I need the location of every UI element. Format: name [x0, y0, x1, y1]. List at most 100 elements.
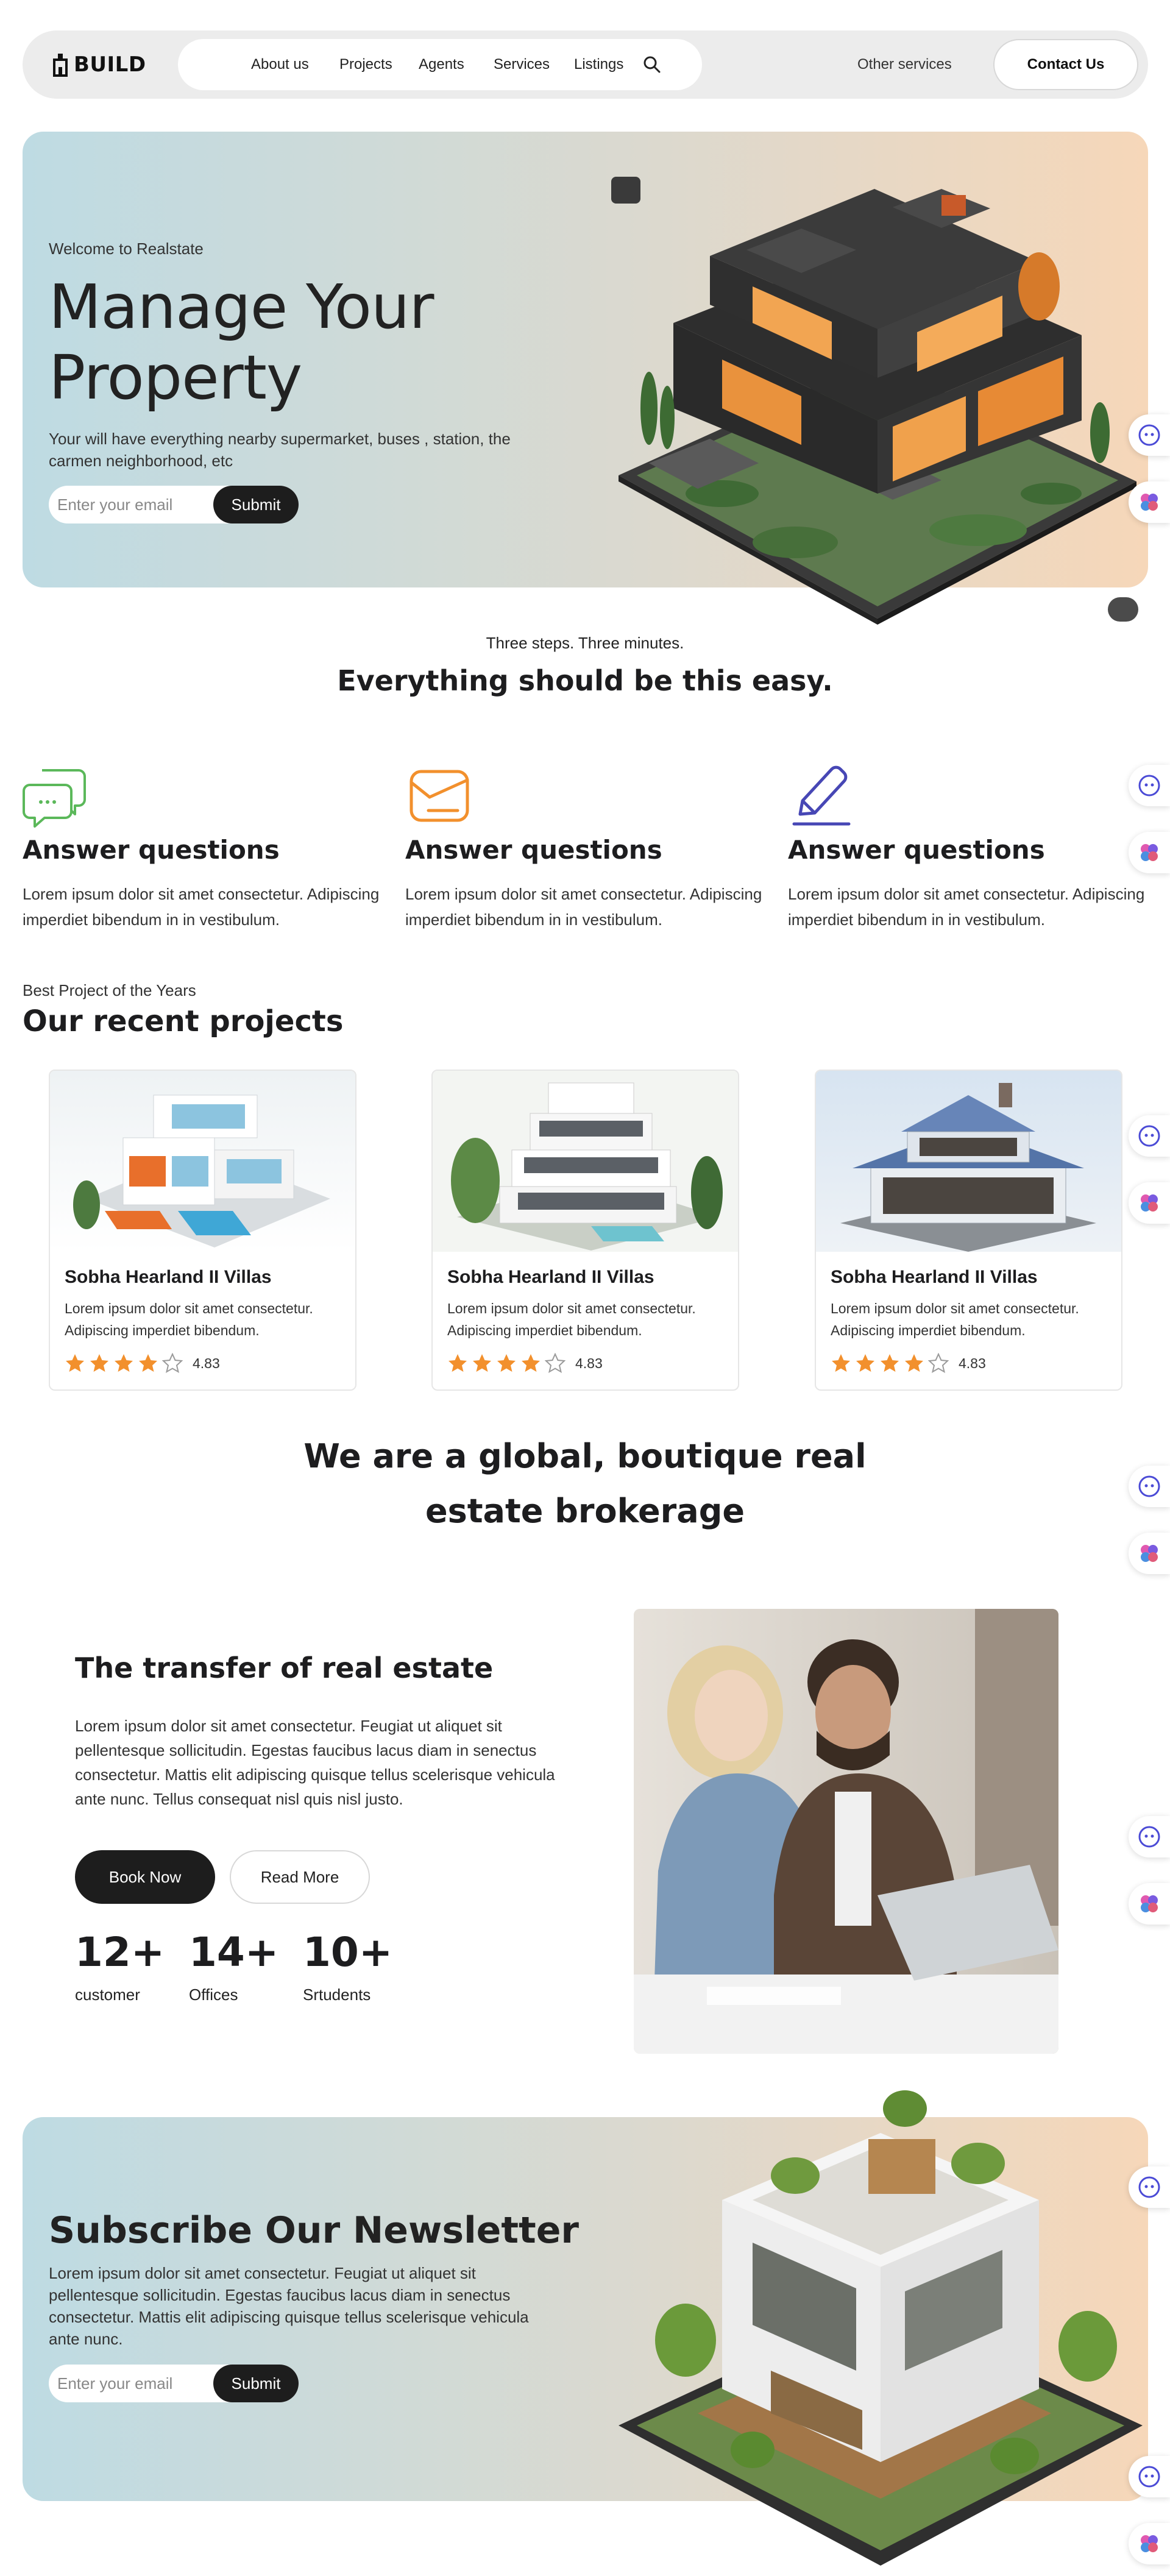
brain-icon	[1141, 1194, 1158, 1212]
newsletter-email-form: Submit	[49, 2365, 299, 2402]
hero-submit-button[interactable]: Submit	[213, 486, 299, 523]
transfer-title: The transfer of real estate	[75, 1652, 494, 1684]
star-filled-icon	[856, 1354, 874, 1372]
side-brain-button[interactable]	[1129, 2523, 1170, 2564]
assistant-face-icon	[1138, 2176, 1160, 2198]
step-text: Lorem ipsum dolor sit amet consectetur. …	[788, 885, 1145, 929]
star-filled-icon	[832, 1354, 850, 1372]
newsletter-submit-button[interactable]: Submit	[213, 2365, 299, 2402]
star-empty-icon	[162, 1353, 183, 1374]
star-filled-icon	[905, 1354, 923, 1372]
assistant-face-icon	[1138, 775, 1160, 797]
newsletter-title: Subscribe Our Newsletter	[49, 2209, 579, 2252]
project-text: Lorem ipsum dolor sit amet consectetur. …	[65, 1300, 313, 1338]
project-image	[50, 1071, 355, 1252]
side-brain-button[interactable]	[1129, 1533, 1170, 1574]
hero-email-input[interactable]	[57, 486, 210, 523]
side-brain-button[interactable]	[1129, 1182, 1170, 1224]
project-text: Lorem ipsum dolor sit amet consectetur. …	[831, 1300, 1079, 1338]
side-assistant-button[interactable]	[1129, 765, 1170, 806]
nav-link-listings[interactable]: Listings	[574, 56, 623, 73]
other-services-link[interactable]: Other services	[857, 56, 952, 73]
hero-email-form: Submit	[49, 486, 299, 523]
project-card-3[interactable]: Sobha Hearland II Villas Lorem ipsum dol…	[815, 1070, 1122, 1391]
steps-eyebrow: Three steps. Three minutes.	[486, 634, 684, 652]
brain-icon	[1141, 1895, 1158, 1912]
chat-bubbles-icon	[23, 769, 86, 828]
hero-welcome: Welcome to Realstate	[49, 240, 204, 258]
rating-value: 4.83	[959, 1355, 986, 1371]
image-edit-badge[interactable]	[1108, 597, 1138, 622]
newsletter-email-input[interactable]	[57, 2365, 210, 2402]
rating-value: 4.83	[575, 1355, 603, 1371]
side-assistant-button[interactable]	[1129, 1466, 1170, 1507]
side-brain-button[interactable]	[1129, 481, 1170, 523]
top-navbar: BUILD About us Projects Agents Services …	[23, 30, 1148, 99]
nav-link-services[interactable]: Services	[494, 56, 550, 73]
stat-customers: 12+ customer	[75, 1929, 165, 2004]
star-filled-icon	[473, 1354, 491, 1372]
step-title: Answer questions	[405, 835, 662, 865]
step-card-2: Answer questions Lorem ipsum dolor sit a…	[405, 762, 795, 929]
nav-link-projects[interactable]: Projects	[339, 56, 392, 73]
stat-label: Srtudents	[303, 1985, 371, 2004]
hero-title: Manage Your Property	[49, 271, 434, 413]
project-rating: 4.83	[65, 1353, 220, 1374]
star-filled-icon	[881, 1354, 899, 1372]
star-filled-icon	[522, 1354, 540, 1372]
contact-us-button[interactable]: Contact Us	[993, 39, 1138, 90]
star-empty-icon	[928, 1353, 949, 1374]
project-image	[433, 1071, 738, 1252]
nav-menu: About us Projects Agents Services Listin…	[178, 39, 702, 90]
nav-link-about[interactable]: About us	[251, 56, 309, 73]
image-ai-badge[interactable]	[611, 177, 640, 204]
read-more-button[interactable]: Read More	[230, 1850, 370, 1904]
project-rating: 4.83	[447, 1353, 603, 1374]
side-brain-button[interactable]	[1129, 832, 1170, 873]
side-assistant-button[interactable]	[1129, 414, 1170, 456]
hero-house-image	[619, 189, 1136, 625]
project-image	[816, 1071, 1121, 1252]
stat-value: 14+	[189, 1929, 279, 1976]
brain-icon	[1141, 2535, 1158, 2552]
brand-name: BUILD	[74, 52, 146, 77]
project-card-2[interactable]: Sobha Hearland II Villas Lorem ipsum dol…	[431, 1070, 739, 1391]
envelope-icon	[410, 770, 469, 822]
assistant-face-icon	[1138, 1125, 1160, 1147]
project-text: Lorem ipsum dolor sit amet consectetur. …	[447, 1300, 696, 1338]
step-text: Lorem ipsum dolor sit amet consectetur. …	[23, 885, 380, 929]
steps-title: Everything should be this easy.	[337, 664, 833, 697]
brain-icon	[1141, 1545, 1158, 1562]
side-brain-button[interactable]	[1129, 1883, 1170, 1925]
stat-value: 10+	[303, 1929, 393, 1976]
star-filled-icon	[90, 1354, 108, 1372]
side-assistant-button[interactable]	[1129, 2456, 1170, 2497]
brand-logo[interactable]: BUILD	[53, 52, 146, 77]
project-rating: 4.83	[831, 1353, 986, 1374]
search-icon[interactable]	[641, 54, 663, 76]
step-card-3: Answer questions Lorem ipsum dolor sit a…	[788, 762, 1170, 929]
brain-icon	[1141, 844, 1158, 861]
nav-link-agents[interactable]: Agents	[419, 56, 464, 73]
pencil-icon	[792, 765, 851, 826]
stat-value: 12+	[75, 1929, 165, 1976]
newsletter-text: Lorem ipsum dolor sit amet consectetur. …	[49, 2264, 529, 2348]
global-heading: We are a global, boutique real estate br…	[303, 1437, 867, 1530]
side-assistant-button[interactable]	[1129, 1816, 1170, 1857]
agents-meeting-photo	[634, 1609, 1058, 2054]
project-title: Sobha Hearland II Villas	[65, 1267, 272, 1287]
book-now-button[interactable]: Book Now	[75, 1850, 215, 1904]
rating-value: 4.83	[193, 1355, 220, 1371]
project-card-1[interactable]: Sobha Hearland II Villas Lorem ipsum dol…	[49, 1070, 356, 1391]
building-logo-icon	[53, 54, 68, 77]
side-assistant-button[interactable]	[1129, 1115, 1170, 1157]
step-title: Answer questions	[788, 835, 1045, 865]
star-filled-icon	[66, 1354, 84, 1372]
side-assistant-button[interactable]	[1129, 2166, 1170, 2208]
brain-icon	[1141, 494, 1158, 511]
star-filled-icon	[497, 1354, 516, 1372]
stat-label: Offices	[189, 1985, 238, 2004]
stat-students: 10+ Srtudents	[303, 1929, 392, 2004]
assistant-face-icon	[1138, 424, 1160, 446]
star-empty-icon	[545, 1353, 566, 1374]
